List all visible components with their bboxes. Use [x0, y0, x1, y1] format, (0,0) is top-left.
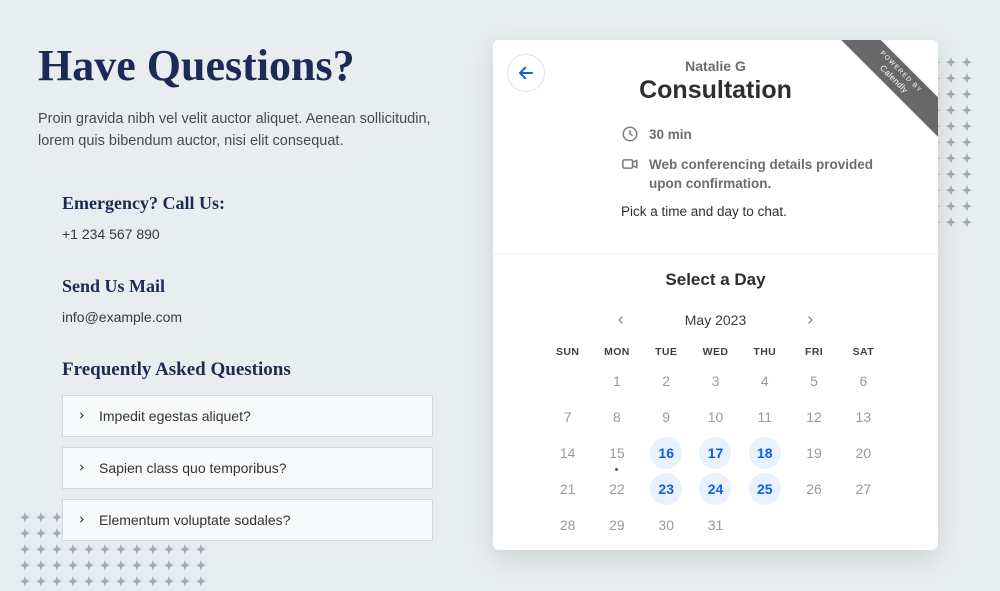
- conference-text: Web conferencing details provided upon c…: [649, 155, 879, 194]
- calendar-day: 1: [592, 364, 641, 398]
- calendar-day: 15: [592, 436, 641, 470]
- dow-label: TUE: [642, 346, 691, 358]
- chevron-left-icon: [615, 314, 627, 326]
- calendar-day: 6: [839, 364, 888, 398]
- page-subtext: Proin gravida nibh vel velit auctor aliq…: [38, 109, 433, 153]
- calendar-day: 13: [839, 400, 888, 434]
- calendar-day: 20: [839, 436, 888, 470]
- arrow-left-icon: [517, 64, 535, 82]
- calendar-day: [789, 508, 838, 542]
- duration-text: 30 min: [649, 125, 692, 145]
- calendar-day[interactable]: 18: [740, 436, 789, 470]
- calendar-day[interactable]: 25: [740, 472, 789, 506]
- calendar-day: 3: [691, 364, 740, 398]
- next-month-button[interactable]: [798, 308, 822, 332]
- dow-label: WED: [691, 346, 740, 358]
- calendar-day: 19: [789, 436, 838, 470]
- calendar-day[interactable]: 24: [691, 472, 740, 506]
- calendar-day[interactable]: 16: [642, 436, 691, 470]
- faq-item[interactable]: Sapien class quo temporibus?: [62, 447, 433, 489]
- mail-title: Send Us Mail: [62, 276, 433, 297]
- calendar-day: 4: [740, 364, 789, 398]
- dow-label: MON: [592, 346, 641, 358]
- calendar-day: 29: [592, 508, 641, 542]
- dow-label: SAT: [839, 346, 888, 358]
- host-name: Natalie G: [521, 58, 910, 74]
- calendar-day: 26: [789, 472, 838, 506]
- calendar-day[interactable]: 17: [691, 436, 740, 470]
- chevron-right-icon: [77, 463, 87, 472]
- faq-title: Frequently Asked Questions: [62, 359, 433, 381]
- calendar-day: 31: [691, 508, 740, 542]
- calendar-day: 11: [740, 400, 789, 434]
- faq-item[interactable]: Impedit egestas aliquet?: [62, 395, 433, 437]
- faq-question: Impedit egestas aliquet?: [99, 408, 251, 424]
- faq-question: Elementum voluptate sodales?: [99, 512, 290, 528]
- calendar-day: [543, 364, 592, 398]
- emergency-phone[interactable]: +1 234 567 890: [62, 226, 433, 242]
- calendar-day: 28: [543, 508, 592, 542]
- calendar-day: 8: [592, 400, 641, 434]
- calendar-heading: Select a Day: [543, 270, 888, 290]
- clock-icon: [621, 125, 639, 143]
- chevron-right-icon: [804, 314, 816, 326]
- calendar-day: 12: [789, 400, 838, 434]
- dow-label: SUN: [543, 346, 592, 358]
- faq-item[interactable]: Elementum voluptate sodales?: [62, 499, 433, 541]
- mail-address[interactable]: info@example.com: [62, 309, 433, 325]
- prev-month-button[interactable]: [609, 308, 633, 332]
- faq-question: Sapien class quo temporibus?: [99, 460, 287, 476]
- calendar-day: 10: [691, 400, 740, 434]
- video-icon: [621, 155, 639, 173]
- calendar-day: 27: [839, 472, 888, 506]
- calendar-day: 7: [543, 400, 592, 434]
- calendar-day: 21: [543, 472, 592, 506]
- booking-widget: POWERED BY Calendly Natalie G Consultati…: [493, 40, 938, 550]
- calendar-day: 5: [789, 364, 838, 398]
- calendar-day: [740, 508, 789, 542]
- calendar-day[interactable]: 23: [642, 472, 691, 506]
- page-heading: Have Questions?: [38, 40, 433, 91]
- calendar-day: 2: [642, 364, 691, 398]
- calendar-day: [839, 508, 888, 542]
- month-label: May 2023: [685, 312, 746, 328]
- chevron-right-icon: [77, 411, 87, 420]
- dow-label: FRI: [789, 346, 838, 358]
- calendar-day: 14: [543, 436, 592, 470]
- calendar-day: 9: [642, 400, 691, 434]
- chevron-right-icon: [77, 515, 87, 524]
- calendar-day: 22: [592, 472, 641, 506]
- back-button[interactable]: [507, 54, 545, 92]
- instruction-text: Pick a time and day to chat.: [621, 204, 910, 219]
- event-title: Consultation: [521, 76, 910, 105]
- dow-label: THU: [740, 346, 789, 358]
- calendar-day: 30: [642, 508, 691, 542]
- emergency-title: Emergency? Call Us:: [62, 193, 433, 214]
